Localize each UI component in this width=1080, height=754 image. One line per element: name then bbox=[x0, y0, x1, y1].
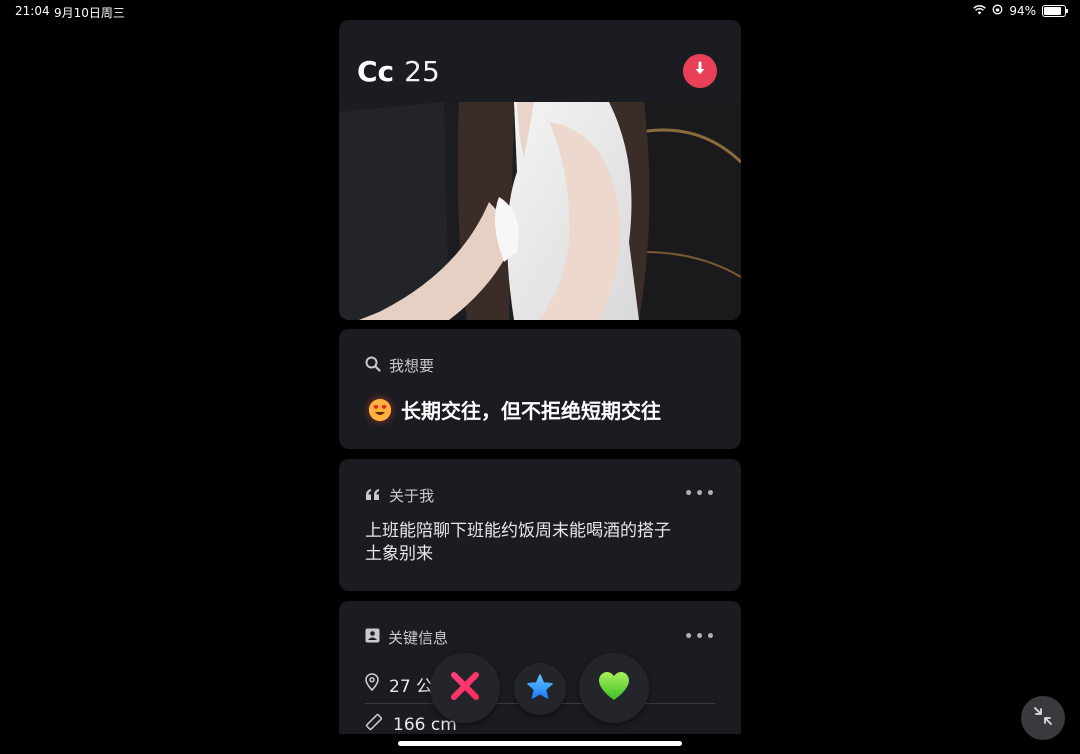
arrow-down-icon bbox=[692, 61, 708, 81]
like-button[interactable] bbox=[579, 653, 649, 723]
close-x-icon bbox=[449, 670, 481, 706]
name-row: Cc 25 bbox=[357, 55, 440, 88]
profile-age: 25 bbox=[404, 55, 440, 88]
status-bar: 21:04 9月10日周三 94% bbox=[0, 0, 1080, 22]
profile-photo-image bbox=[339, 102, 741, 320]
home-indicator[interactable] bbox=[398, 741, 682, 746]
orientation-lock-icon bbox=[992, 4, 1003, 18]
about-more-button[interactable]: ••• bbox=[684, 486, 717, 502]
ruler-icon bbox=[365, 713, 383, 734]
exit-fullscreen-button[interactable] bbox=[1021, 696, 1065, 740]
search-icon bbox=[365, 356, 381, 376]
about-me-card: 关于我 ••• 上班能陪聊下班能约饭周末能喝酒的搭子 土象别来 bbox=[339, 459, 741, 591]
status-time: 21:04 bbox=[15, 4, 50, 18]
about-me-header: 关于我 bbox=[365, 485, 434, 506]
status-date: 9月10日周三 bbox=[54, 6, 125, 20]
about-me-heading: 关于我 bbox=[389, 487, 435, 505]
about-me-text: 上班能陪聊下班能约饭周末能喝酒的搭子 土象别来 bbox=[365, 520, 705, 566]
status-indicators: 94% bbox=[973, 4, 1068, 18]
profile-scroll[interactable]: Cc 25 我想要 长期交往，但不拒绝短期交往 关于我 ••• 上班能陪聊下班能… bbox=[339, 20, 741, 734]
looking-for-value-row: 长期交往，但不拒绝短期交往 bbox=[369, 395, 661, 424]
super-like-button[interactable] bbox=[514, 663, 566, 715]
looking-for-card: 我想要 长期交往，但不拒绝短期交往 bbox=[339, 329, 741, 449]
looking-for-value: 长期交往，但不拒绝短期交往 bbox=[401, 399, 661, 423]
id-card-icon bbox=[365, 628, 380, 647]
star-icon bbox=[526, 673, 554, 705]
nope-button[interactable] bbox=[430, 653, 500, 723]
battery-percent: 94% bbox=[1009, 4, 1036, 18]
looking-for-header: 我想要 bbox=[365, 355, 434, 376]
key-info-more-button[interactable]: ••• bbox=[684, 629, 717, 645]
profile-name: Cc bbox=[357, 55, 395, 88]
profile-photo[interactable] bbox=[339, 102, 741, 320]
wifi-icon bbox=[973, 4, 987, 18]
about-line: 上班能陪聊下班能约饭周末能喝酒的搭子 bbox=[365, 521, 671, 541]
key-info-heading: 关键信息 bbox=[388, 629, 449, 647]
heart-icon bbox=[597, 670, 631, 706]
looking-for-heading: 我想要 bbox=[389, 357, 435, 375]
distance-value: 27 公 bbox=[389, 677, 434, 697]
about-line: 土象别来 bbox=[365, 544, 433, 564]
battery-level bbox=[1044, 7, 1061, 15]
height-row: 166 cm bbox=[365, 713, 457, 734]
battery-icon bbox=[1042, 5, 1068, 17]
quote-icon bbox=[365, 487, 381, 505]
distance-row: 27 公 bbox=[365, 672, 433, 697]
heart-eyes-emoji-icon bbox=[369, 398, 391, 421]
collapse-arrows-icon bbox=[1032, 705, 1054, 731]
location-pin-icon bbox=[365, 673, 379, 696]
profile-header-card: Cc 25 bbox=[339, 20, 741, 320]
collapse-profile-button[interactable] bbox=[683, 54, 717, 88]
key-info-header: 关键信息 bbox=[365, 627, 448, 648]
